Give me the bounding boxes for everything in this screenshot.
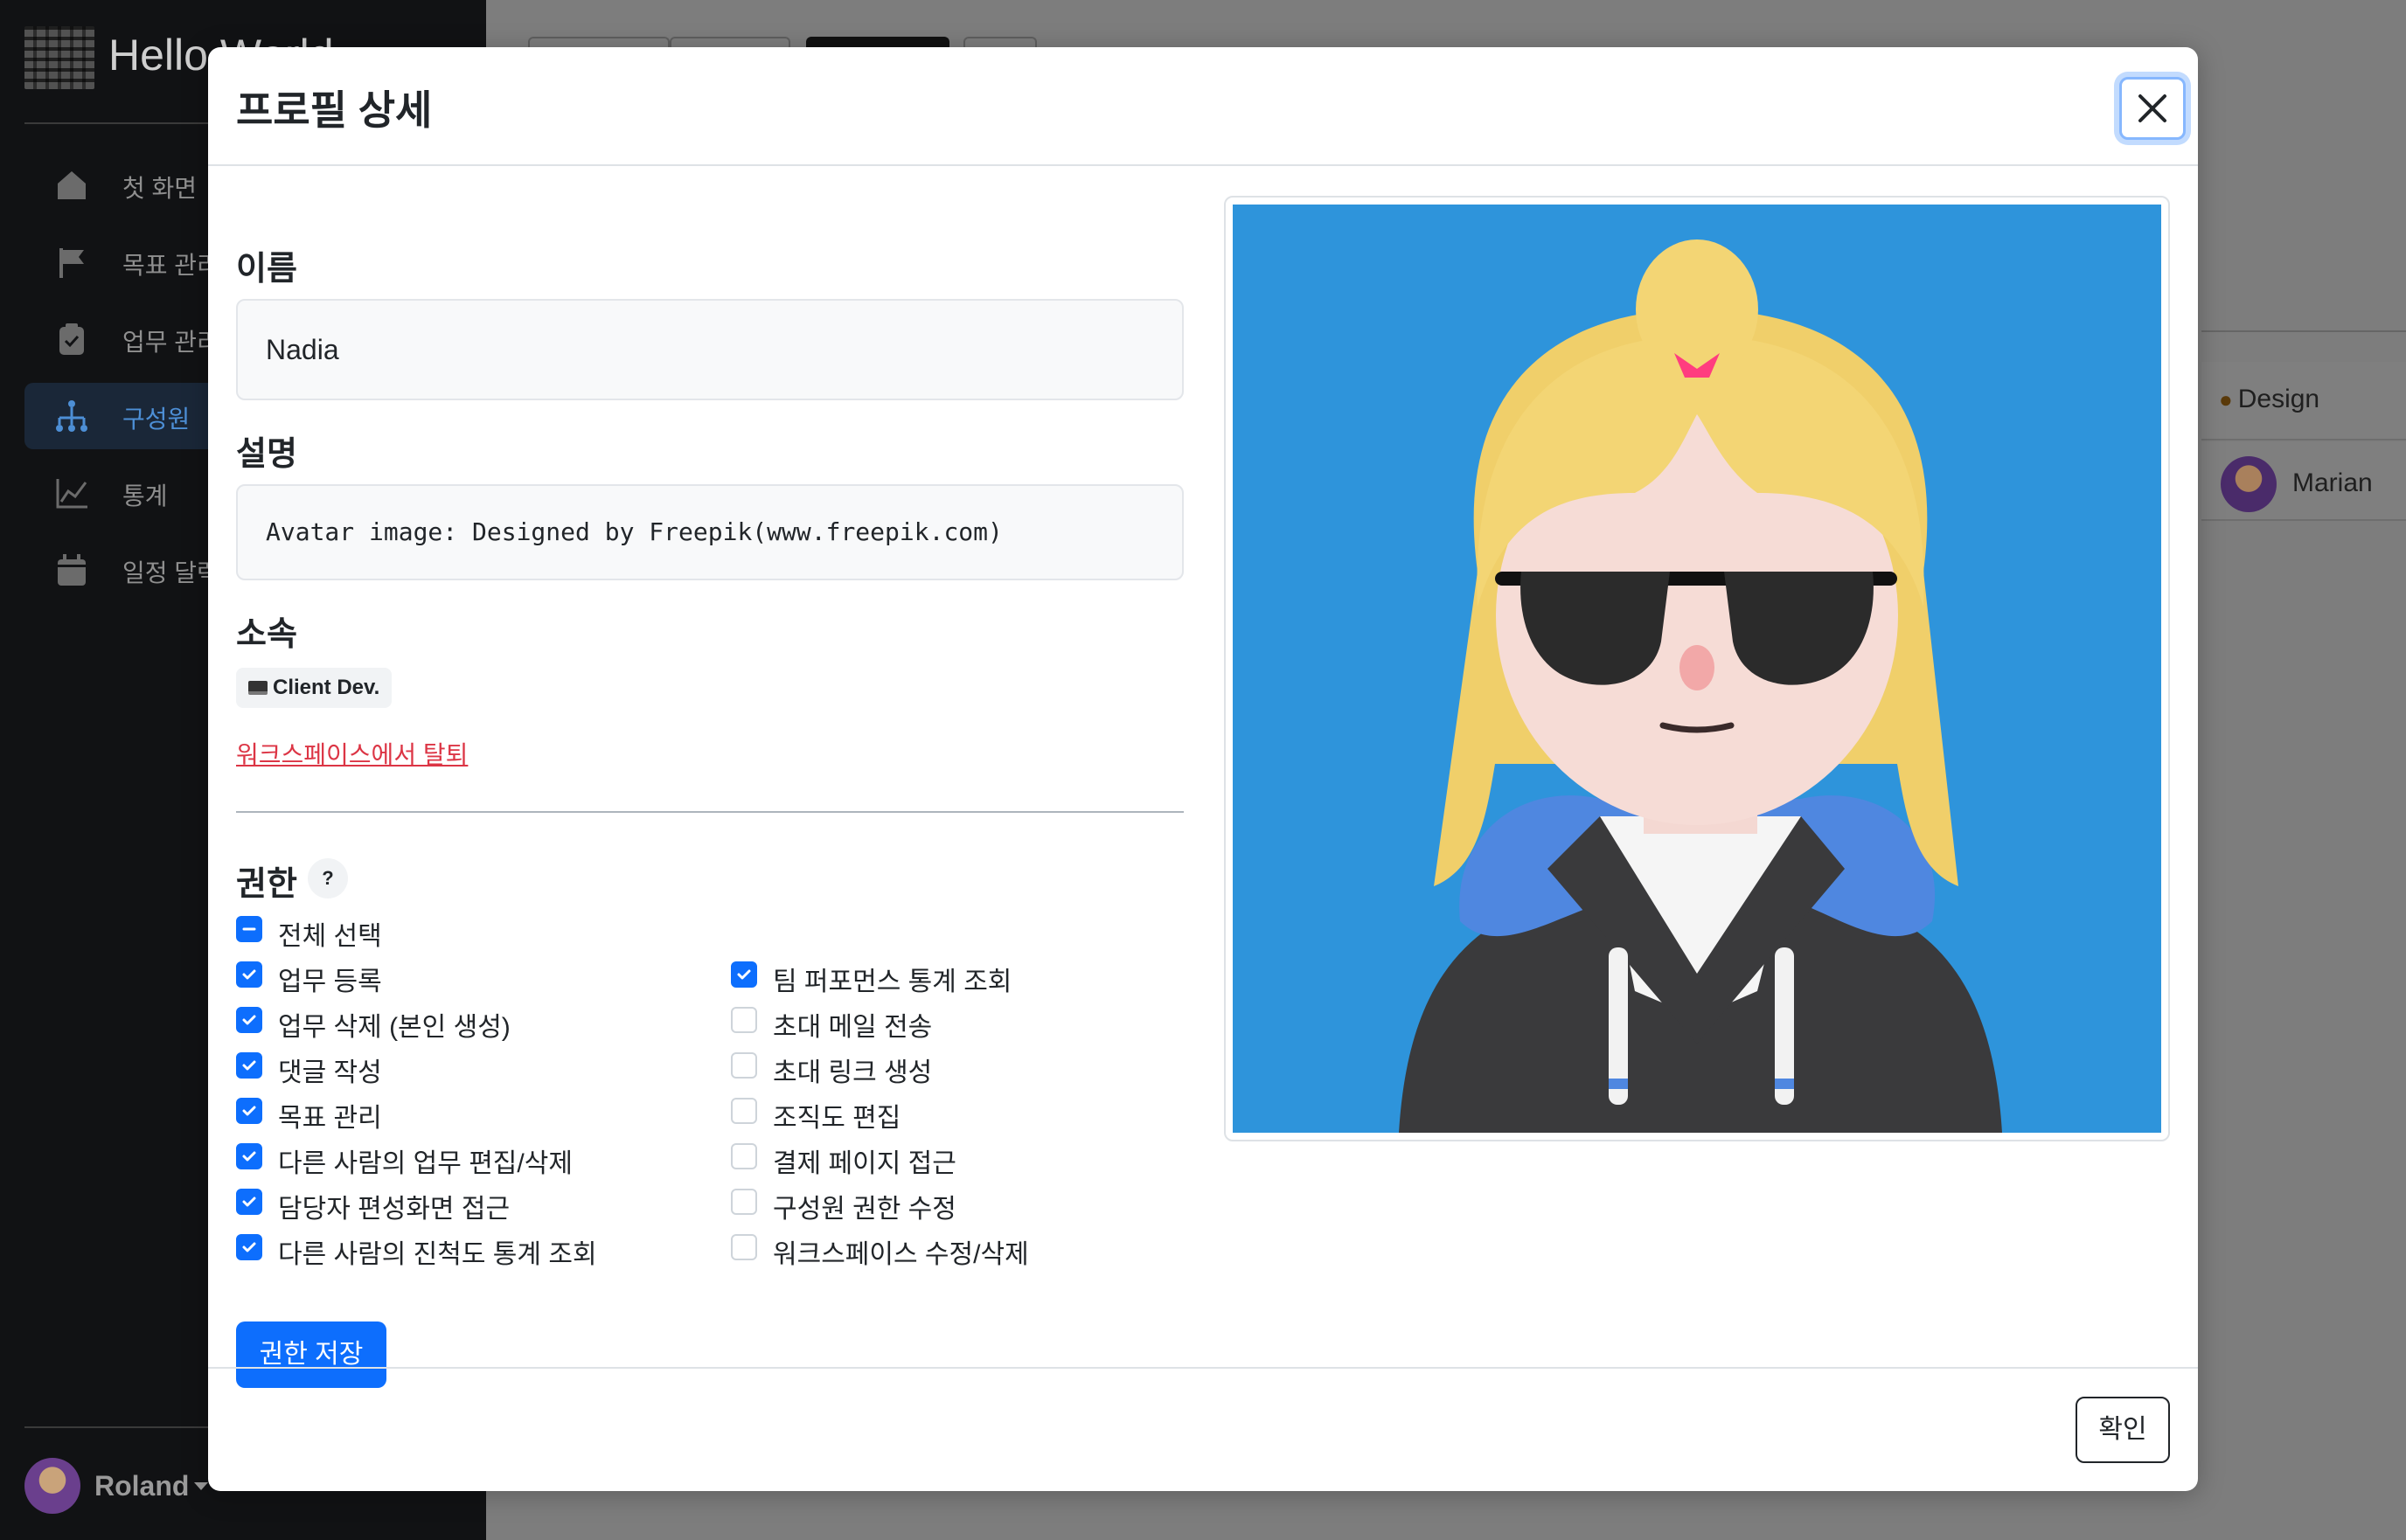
table-row[interactable]: Marian: [2201, 442, 2406, 521]
avatar: [2221, 456, 2277, 512]
name-value: Nadia: [266, 334, 339, 365]
leave-workspace-link[interactable]: 워크스페이스에서 탈퇴: [236, 736, 468, 771]
checkbox-checked-icon: [236, 1189, 262, 1215]
confirm-button[interactable]: 확인: [2076, 1397, 2170, 1463]
palette-icon: ●: [2219, 386, 2233, 413]
permissions-label: 권한: [236, 866, 297, 903]
name-field[interactable]: Nadia: [236, 299, 1184, 400]
checkbox-checked-icon: [236, 1007, 262, 1033]
checkbox-empty-icon: [731, 1007, 757, 1033]
line-chart-icon: [54, 475, 89, 510]
close-icon: [2138, 94, 2166, 122]
home-icon: [54, 168, 89, 203]
table-divider: [2201, 330, 2406, 332]
profile-modal: 프로필 상세 이름 Nadia 설명 Avatar image: Designe…: [208, 47, 2198, 1491]
calendar-icon: [54, 552, 89, 587]
checkbox-checked-icon: [236, 1234, 262, 1260]
checkbox-checked-icon: [236, 961, 262, 988]
section-divider: [236, 811, 1184, 813]
team-tag: ● Design: [2219, 385, 2320, 413]
avatar: [24, 1458, 80, 1514]
team-badge: Client Dev.: [236, 668, 393, 708]
checkbox-empty-icon: [731, 1189, 757, 1215]
team-label: 소속: [236, 616, 297, 653]
sidebar-item-label: 첫 화면: [122, 175, 198, 202]
sidebar-item-label: 목표 관리: [122, 252, 219, 279]
checkbox-empty-icon: [731, 1052, 757, 1079]
name-label: 이름: [236, 251, 297, 288]
help-icon[interactable]: ?: [308, 858, 348, 898]
app-logo[interactable]: [24, 26, 94, 89]
description-label: 설명: [236, 436, 297, 473]
checkbox-checked-icon: [731, 961, 757, 988]
sidebar-item-label: 구성원: [122, 406, 191, 433]
sidebar-item-label: 통계: [122, 482, 168, 510]
caret-down-icon: [194, 1482, 208, 1490]
modal-footer: 확인: [208, 1367, 2198, 1491]
org-chart-icon: [54, 399, 89, 434]
description-field[interactable]: Avatar image: Designed by Freepik(www.fr…: [236, 484, 1184, 580]
profile-image: [1224, 196, 2170, 1141]
flag-icon: [54, 245, 89, 280]
checkbox-checked-icon: [236, 1098, 262, 1124]
member-name: Marian: [2292, 468, 2373, 497]
description-value: Avatar image: Designed by Freepik(www.fr…: [266, 517, 1003, 546]
checkbox-empty-icon: [731, 1143, 757, 1169]
close-button[interactable]: [2119, 77, 2186, 140]
user-name: Roland: [94, 1470, 190, 1502]
sidebar-item-label: 일정 달력: [122, 559, 219, 586]
checkbox-checked-icon: [236, 1143, 262, 1169]
avatar-illustration: [1233, 205, 2161, 1133]
sidebar-item-label: 업무 관리: [122, 329, 219, 356]
table-row[interactable]: ● Design: [2201, 362, 2406, 440]
laptop-icon: [248, 681, 268, 695]
checkbox-empty-icon: [731, 1098, 757, 1124]
modal-header: 프로필 상세: [208, 47, 2198, 166]
modal-title: 프로필 상세: [236, 87, 433, 133]
clipboard-check-icon: [54, 322, 89, 357]
checkbox-checked-icon: [236, 1052, 262, 1079]
checkbox-empty-icon: [731, 1234, 757, 1260]
indeterminate-checkbox-icon: [236, 916, 262, 942]
